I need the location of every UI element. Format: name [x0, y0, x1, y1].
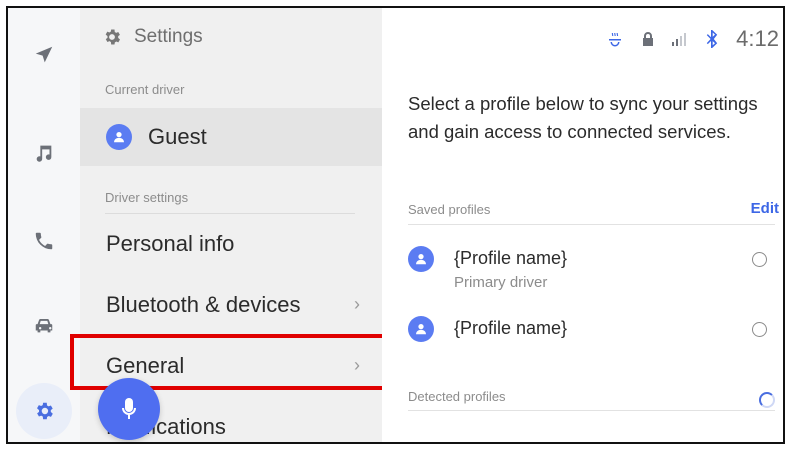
navigation-icon: [35, 46, 53, 63]
intro-text: Select a profile below to sync your sett…: [408, 93, 758, 142]
settings-header: Settings: [102, 26, 203, 48]
signal-icon: [672, 32, 688, 46]
detected-profiles-label: Detected profiles: [408, 389, 506, 404]
current-driver-label: Current driver: [105, 82, 185, 97]
profile-subtitle: Primary driver: [454, 274, 548, 291]
nav-phone[interactable]: [8, 214, 80, 268]
status-bar: 4:12: [606, 26, 779, 52]
divider: [408, 224, 775, 225]
current-driver-name: Guest: [148, 124, 207, 149]
nav-navigation[interactable]: [8, 28, 80, 82]
car-icon: [35, 319, 53, 333]
bluetooth-icon: [706, 30, 718, 48]
settings-title: Settings: [134, 26, 203, 47]
nav-settings-active-bubble: [16, 383, 72, 439]
profile-content: 4:12 Select a profile below to sync your…: [382, 8, 783, 442]
profile-radio[interactable]: [752, 322, 767, 337]
profile-row-1[interactable]: {Profile name} Primary driver: [408, 246, 775, 296]
divider: [408, 410, 775, 411]
nav-settings[interactable]: [8, 383, 80, 439]
lock-icon: [642, 32, 654, 46]
menu-item-label: Personal info: [106, 231, 235, 256]
clock: 4:12: [736, 26, 779, 51]
current-driver-row[interactable]: Guest: [80, 108, 382, 166]
steering-wheel-heat-icon: [606, 30, 624, 48]
profile-row-2[interactable]: {Profile name}: [408, 316, 775, 346]
person-icon: [114, 132, 124, 143]
chevron-right-icon: ›: [354, 294, 360, 314]
profile-avatar: [408, 246, 434, 272]
loading-spinner-icon: [759, 392, 775, 408]
settings-gear-icon: [37, 402, 53, 420]
nav-music[interactable]: [8, 126, 80, 180]
person-icon: [416, 324, 426, 335]
music-icon: [36, 145, 52, 162]
profile-name: {Profile name}: [454, 318, 568, 338]
menu-item-bluetooth-devices[interactable]: Bluetooth & devices ›: [80, 280, 382, 330]
person-icon: [416, 254, 426, 265]
app-frame: Settings Current driver Guest Driver set…: [6, 6, 785, 444]
saved-profiles-label: Saved profiles: [408, 202, 491, 217]
menu-item-label: Bluetooth & devices: [106, 292, 301, 317]
guest-avatar: [106, 124, 132, 150]
menu-item-personal-info[interactable]: Personal info: [80, 219, 382, 269]
edit-button[interactable]: Edit: [751, 200, 779, 217]
gear-icon: [105, 29, 120, 45]
voice-assistant-button[interactable]: [98, 378, 160, 440]
profile-name: {Profile name}: [454, 248, 568, 268]
profile-radio[interactable]: [752, 252, 767, 267]
microphone-icon: [122, 398, 136, 419]
profile-avatar: [408, 316, 434, 342]
divider: [105, 213, 355, 214]
phone-icon: [35, 232, 53, 250]
driver-settings-label: Driver settings: [105, 190, 189, 205]
